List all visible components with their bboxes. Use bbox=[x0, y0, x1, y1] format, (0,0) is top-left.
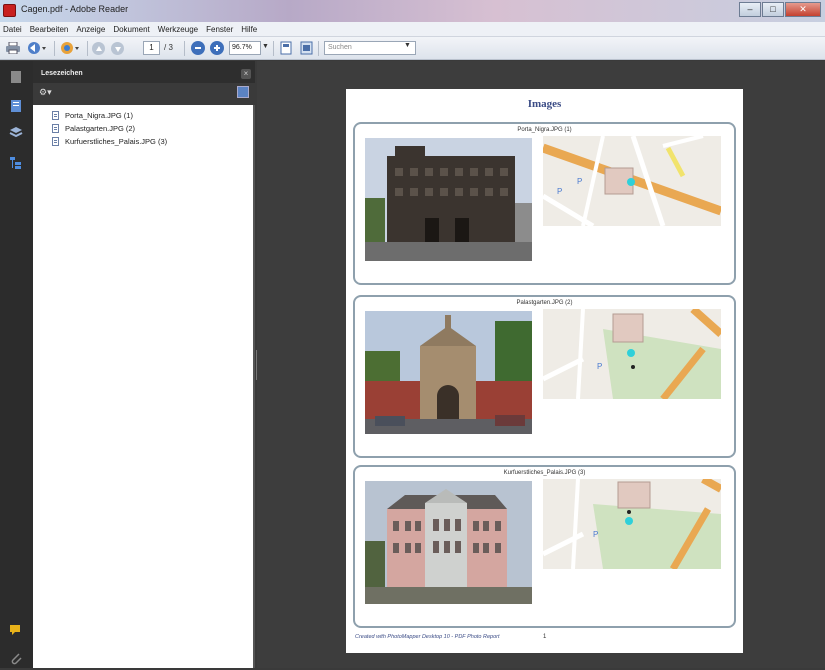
menu-bearbeiten[interactable]: Bearbeiten bbox=[30, 25, 69, 34]
bookmark-document-icon bbox=[52, 111, 59, 120]
photo-card: Kurfuerstliches_Palais.JPG (3) P bbox=[353, 465, 736, 628]
toolbar-separator bbox=[273, 41, 274, 56]
bookmark-label: Palastgarten.JPG (2) bbox=[65, 124, 136, 133]
fit-page-icon[interactable] bbox=[279, 40, 293, 56]
window-title: Cagen.pdf - Adobe Reader bbox=[21, 4, 129, 14]
toolbar: 1 / 3 96.7% ▼ Suchen ▼ bbox=[0, 37, 825, 60]
menu-anzeige[interactable]: Anzeige bbox=[76, 25, 105, 34]
adobe-reader-window: Cagen.pdf - Adobe Reader – □ ✕ Datei Bea… bbox=[0, 0, 825, 668]
menu-hilfe[interactable]: Hilfe bbox=[241, 25, 257, 34]
bookmark-document-icon bbox=[52, 137, 59, 146]
map-kurfuerstliches-palais: P bbox=[543, 479, 721, 569]
bookmark-label: Porta_Nigra.JPG (1) bbox=[65, 111, 133, 120]
toolbar-separator bbox=[318, 41, 319, 56]
svg-text:P: P bbox=[577, 177, 582, 186]
minimize-button[interactable]: – bbox=[739, 2, 761, 17]
bookmark-document-icon bbox=[52, 124, 59, 133]
zoom-dropdown-icon[interactable]: ▼ bbox=[262, 43, 269, 50]
bookmarks-toolbar: ⚙▾ bbox=[33, 83, 255, 105]
bookmark-label: Kurfuerstliches_Palais.JPG (3) bbox=[65, 137, 168, 146]
search-input[interactable]: Suchen bbox=[324, 41, 416, 55]
photo-card-title: Kurfuerstliches_Palais.JPG (3) bbox=[503, 470, 586, 476]
bookmark-item[interactable]: Kurfuerstliches_Palais.JPG (3) bbox=[33, 135, 253, 148]
zoom-out-icon[interactable] bbox=[191, 41, 205, 55]
report-footer: Created with PhotoMapper Desktop 10 - PD… bbox=[355, 634, 500, 640]
menu-fenster[interactable]: Fenster bbox=[206, 25, 233, 34]
collaborate-icon[interactable] bbox=[59, 40, 81, 56]
print-icon[interactable] bbox=[5, 40, 21, 56]
page-number-input[interactable]: 1 bbox=[143, 41, 160, 55]
bookmarks-icon[interactable] bbox=[9, 99, 23, 113]
photo-palastgarten bbox=[365, 311, 532, 434]
zoom-in-icon[interactable] bbox=[210, 41, 224, 55]
svg-text:P: P bbox=[593, 530, 598, 539]
navigation-strip bbox=[0, 61, 33, 668]
new-bookmark-icon[interactable] bbox=[237, 86, 249, 98]
share-icon[interactable] bbox=[26, 40, 48, 56]
svg-text:P: P bbox=[557, 187, 562, 196]
photo-card: Porta_Nigra.JPG (1) P P bbox=[353, 122, 736, 285]
page-heading: Images bbox=[527, 98, 562, 110]
layers-icon[interactable] bbox=[9, 125, 23, 139]
toolbar-separator bbox=[184, 41, 185, 56]
search-dropdown-icon[interactable]: ▼ bbox=[404, 42, 411, 49]
photo-card-title: Palastgarten.JPG (2) bbox=[516, 300, 573, 306]
options-menu-icon[interactable]: ⚙▾ bbox=[39, 87, 52, 98]
bookmark-item[interactable]: Porta_Nigra.JPG (1) bbox=[33, 109, 253, 122]
window-controls: – □ ✕ bbox=[739, 2, 821, 17]
pages-icon[interactable] bbox=[9, 70, 23, 84]
menu-datei[interactable]: Datei bbox=[3, 25, 22, 34]
adobe-reader-icon bbox=[3, 4, 16, 17]
attachments-icon[interactable] bbox=[9, 651, 23, 665]
page-total-label: / 3 bbox=[164, 43, 173, 52]
map-porta-nigra: P P bbox=[543, 136, 721, 226]
photo-porta-nigra bbox=[365, 138, 532, 261]
map-palastgarten: P bbox=[543, 309, 721, 399]
svg-text:P: P bbox=[597, 362, 602, 371]
toolbar-separator bbox=[87, 41, 88, 56]
photo-card-title: Porta_Nigra.JPG (1) bbox=[517, 127, 572, 133]
panel-close-icon[interactable]: × bbox=[241, 69, 251, 79]
maximize-button[interactable]: □ bbox=[762, 2, 784, 17]
fit-width-icon[interactable] bbox=[299, 40, 313, 56]
bookmarks-panel: Lesezeichen × ⚙▾ Porta_Nigra.JPG (1) Pal… bbox=[33, 61, 255, 668]
bookmark-item[interactable]: Palastgarten.JPG (2) bbox=[33, 122, 253, 135]
comments-icon[interactable] bbox=[9, 623, 23, 637]
photo-kurfuerstliches-palais bbox=[365, 481, 532, 604]
close-button[interactable]: ✕ bbox=[785, 2, 821, 17]
toolbar-separator bbox=[54, 41, 55, 56]
menu-bar: Datei Bearbeiten Anzeige Dokument Werkze… bbox=[0, 22, 825, 37]
photo-card: Palastgarten.JPG (2) P bbox=[353, 295, 736, 458]
menu-dokument[interactable]: Dokument bbox=[113, 25, 149, 34]
report-page-number: 1 bbox=[543, 634, 547, 640]
bookmarks-panel-title: Lesezeichen bbox=[41, 70, 83, 77]
previous-page-icon[interactable] bbox=[92, 42, 105, 55]
bookmark-list: Porta_Nigra.JPG (1) Palastgarten.JPG (2)… bbox=[33, 109, 253, 148]
next-page-icon[interactable] bbox=[111, 42, 124, 55]
title-bar: Cagen.pdf - Adobe Reader – □ ✕ bbox=[0, 0, 825, 22]
structure-icon[interactable] bbox=[9, 156, 23, 170]
menu-werkzeuge[interactable]: Werkzeuge bbox=[158, 25, 198, 34]
document-view[interactable]: Images Porta_Nigra.JPG (1) P P Palastgar… bbox=[257, 61, 825, 668]
zoom-level-input[interactable]: 96.7% bbox=[229, 41, 261, 55]
pdf-page: Images Porta_Nigra.JPG (1) P P Palastgar… bbox=[346, 89, 743, 653]
